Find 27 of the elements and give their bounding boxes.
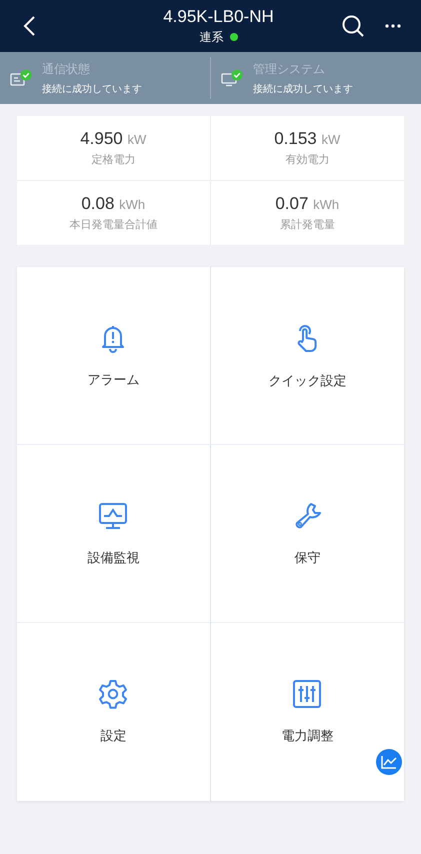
metric-value: 0.07 kWh [275,194,340,214]
metric-label: 本日発電量合計値 [69,217,158,232]
line-chart-icon [381,755,397,769]
connection-label: 管理システム [253,60,326,78]
connection-status: 接続に成功しています [42,82,142,96]
more-icon[interactable] [385,24,401,28]
grid-status: 連系 [200,28,224,46]
menu-tile[interactable]: クイック設定 [210,267,404,445]
metric-value: 0.153 kW [274,129,340,149]
connection-status: 接続に成功しています [253,82,353,96]
metric-label: 有効電力 [285,152,330,167]
metric-label: 累計発電量 [280,217,335,232]
device-title: 4.95K-LB0-NH [163,6,274,26]
menu-tile[interactable]: 電力調整 [210,623,404,801]
menu-tile[interactable]: 設定 [17,623,210,801]
menu-tile[interactable]: 保守 [210,445,404,623]
monitor-icon [98,500,128,530]
connection-label: 通信状態 [42,60,91,78]
search-icon[interactable] [341,14,365,38]
back-icon[interactable] [22,15,36,37]
settings-icon [98,679,128,709]
metric-label: 定格電力 [91,152,136,167]
menu-tile[interactable]: アラーム [17,267,210,445]
sliders-icon [292,679,322,709]
metric-value: 0.08 kWh [81,194,146,214]
menu-tile[interactable]: 設備監視 [17,445,210,623]
metric-value: 4.950 kW [80,129,146,149]
